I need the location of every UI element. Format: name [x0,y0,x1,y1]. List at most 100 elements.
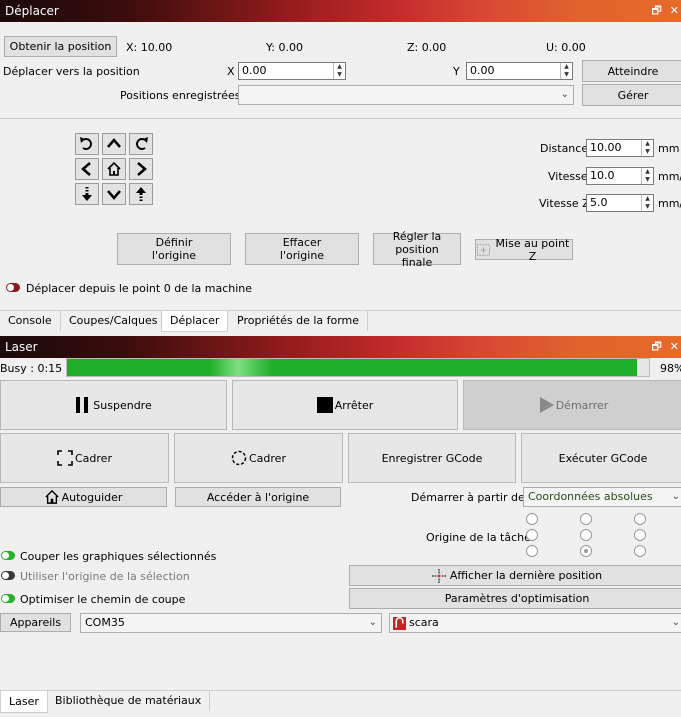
spin-up-icon[interactable]: ▲ [642,168,653,176]
float-window-icon[interactable]: 🗗 [651,336,661,358]
stop-label: Arrêter [334,398,374,412]
move-from-zero-label: Déplacer depuis le point 0 de la machine [26,282,253,295]
jog-up-button[interactable] [102,133,126,155]
chevron-down-icon [107,190,121,200]
origin-bottom-left-radio[interactable] [526,545,538,557]
use-selection-origin-toggle[interactable] [1,571,15,580]
spin-up-icon[interactable]: ▲ [561,63,572,71]
optimization-settings-button[interactable]: Paramètres d'optimisation [349,588,681,609]
distance-label: Distance [540,142,589,155]
jog-right-button[interactable] [129,158,153,180]
reach-button[interactable]: Atteindre [582,60,681,82]
x-spinner[interactable]: ▲ ▼ [333,63,345,79]
spin-down-icon[interactable]: ▼ [642,203,653,211]
start-from-value: Coordonnées absolues [528,490,653,503]
spin-down-icon[interactable]: ▼ [642,176,653,184]
speed-z-unit: mm/s [658,197,681,210]
spin-down-icon[interactable]: ▼ [334,71,345,79]
origin-middle-center-radio[interactable] [580,529,592,541]
tab-shape-properties[interactable]: Propriétés de la forme [229,311,369,331]
jog-z-down-button[interactable] [75,183,99,205]
optimize-path-toggle[interactable] [1,594,15,603]
origin-middle-left-radio[interactable] [526,529,538,541]
speed-z-spinner[interactable]: ▲ ▼ [641,195,653,211]
spin-up-icon[interactable]: ▲ [642,140,653,148]
tab-console[interactable]: Console [0,311,61,331]
home-label: Autoguider [61,490,123,504]
tab-material-library[interactable]: Bibliothèque de matériaux [47,691,211,711]
distance-unit: mm [658,142,680,155]
chevron-down-icon: ⌄ [560,89,569,100]
clear-origin-button[interactable]: Effacer l'origine [245,233,359,265]
speed-value: 10.0 [590,169,615,182]
move-panel-titlebar: Déplacer 🗗 ✕ [0,0,681,22]
origin-middle-right-radio[interactable] [634,529,646,541]
distance-input[interactable]: 10.00 ▲ ▼ [586,139,654,157]
frame-button-round[interactable]: Cadrer [174,433,343,483]
focus-z-button[interactable]: Mise au point Z [475,237,573,263]
spin-down-icon[interactable]: ▼ [642,148,653,156]
home-icon [107,161,121,176]
set-final-position-button[interactable]: Régler la position finale [373,230,461,269]
spin-up-icon[interactable]: ▲ [334,63,345,71]
frame-round-icon [231,450,247,466]
stop-button[interactable]: Arrêter [232,380,458,430]
show-last-position-button[interactable]: Afficher la dernière position [349,565,681,586]
go-to-origin-button[interactable]: Accéder à l'origine [175,487,341,507]
saved-positions-select[interactable]: ⌄ [238,85,574,105]
get-position-button[interactable]: Obtenir la position [4,36,117,57]
speed-z-input[interactable]: 5.0 ▲ ▼ [586,194,654,212]
speed-input[interactable]: 10.0 ▲ ▼ [586,167,654,185]
spin-down-icon[interactable]: ▼ [561,71,572,79]
jog-left-button[interactable] [75,158,99,180]
close-icon[interactable]: ✕ [670,0,679,22]
manage-button[interactable]: Gérer [582,84,681,106]
speed-z-label: Vitesse Z [539,197,590,210]
origin-bottom-right-radio[interactable] [634,545,646,557]
top-tab-bar: Console Coupes/Calques Déplacer Propriét… [0,310,681,332]
z-readout: Z: 0.00 [407,41,447,54]
home-button[interactable]: Autoguider [0,487,167,507]
pause-button[interactable]: Suspendre [0,380,227,430]
y-spinner[interactable]: ▲ ▼ [560,63,572,79]
x-position-value: 0.00 [242,64,267,77]
jog-home-button[interactable] [102,158,126,180]
origin-top-center-radio[interactable] [580,513,592,525]
job-origin-label: Origine de la tâche [426,531,531,544]
origin-top-right-radio[interactable] [634,513,646,525]
start-button[interactable]: Démarrer [463,380,681,430]
x-position-input[interactable]: 0.00 ▲ ▼ [238,62,346,80]
u-readout: U: 0.00 [546,41,586,54]
jog-z-up-button[interactable] [129,183,153,205]
tab-laser[interactable]: Laser [0,691,48,713]
pause-label: Suspendre [93,398,152,412]
speed-spinner[interactable]: ▲ ▼ [641,168,653,184]
tab-cuts-layers[interactable]: Coupes/Calques [61,311,167,331]
move-from-zero-toggle[interactable] [6,283,20,292]
spin-up-icon[interactable]: ▲ [642,195,653,203]
float-window-icon[interactable]: 🗗 [651,0,661,22]
devices-button[interactable]: Appareils [0,613,71,632]
origin-bottom-center-radio[interactable] [580,545,592,557]
save-gcode-button[interactable]: Enregistrer GCode [348,433,516,483]
rotate-ccw-button[interactable] [75,133,99,155]
port-select[interactable]: COM35 ⌄ [80,613,382,633]
chevron-right-icon [137,162,147,176]
cut-selected-toggle[interactable] [1,551,15,560]
crosshair-icon [431,568,446,583]
rotate-cw-button[interactable] [129,133,153,155]
frame-button-rect[interactable]: Cadrer [0,433,169,483]
y-position-input[interactable]: 0.00 ▲ ▼ [466,62,573,80]
chevron-up-icon [107,138,121,148]
tab-move[interactable]: Déplacer [161,311,229,332]
y-position-value: 0.00 [470,64,495,77]
origin-top-left-radio[interactable] [526,513,538,525]
jog-down-button[interactable] [102,183,126,205]
start-from-select[interactable]: Coordonnées absolues ⌄ [523,487,681,507]
stop-icon [316,397,333,413]
run-gcode-button[interactable]: Exécuter GCode [521,433,681,483]
set-origin-button[interactable]: Définir l'origine [117,233,231,265]
distance-spinner[interactable]: ▲ ▼ [641,140,653,156]
device-select[interactable]: scara ⌄ [389,613,681,633]
close-icon[interactable]: ✕ [670,336,679,358]
